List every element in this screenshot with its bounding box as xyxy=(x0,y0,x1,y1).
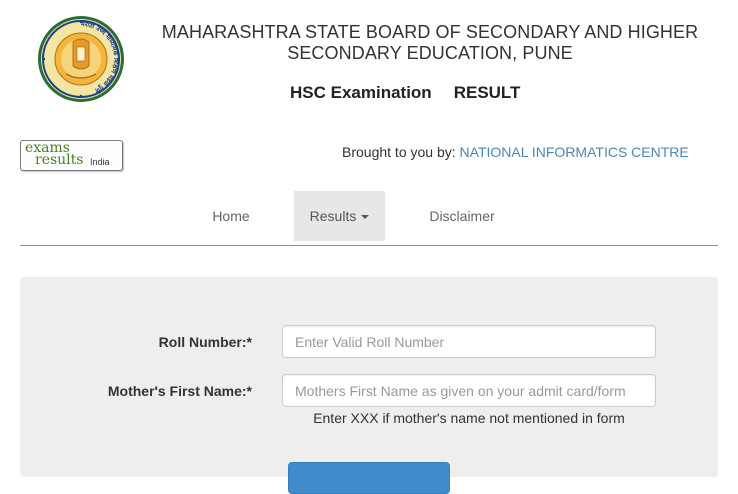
board-seal-icon: मराठी उच्च माध्यमिक शिक्षण मंडळ पुणे xyxy=(38,16,124,102)
board-seal-logo: मराठी उच्च माध्यमिक शिक्षण मंडळ पुणे xyxy=(36,14,126,104)
exams-results-logo[interactable]: exams results India xyxy=(20,140,123,171)
result-label: RESULT xyxy=(453,83,521,102)
logo-india-text: India xyxy=(90,157,110,167)
view-result-button[interactable] xyxy=(288,462,450,494)
caret-down-icon xyxy=(361,215,370,220)
board-title: MAHARASHTRA STATE BOARD OF SECONDARY AND… xyxy=(161,22,699,63)
roll-number-input[interactable] xyxy=(282,325,656,358)
exam-name: HSC Examination xyxy=(290,83,432,102)
nav-disclaimer[interactable]: Disclaimer xyxy=(420,191,504,241)
mother-name-hint: Enter XXX if mother's name not mentioned… xyxy=(313,410,625,426)
nav-divider xyxy=(20,245,718,246)
mother-name-input[interactable] xyxy=(282,374,656,407)
brought-to-you-by: Brought to you by: NATIONAL INFORMATICS … xyxy=(342,144,689,160)
brought-prefix: Brought to you by: xyxy=(342,144,460,160)
nav-home[interactable]: Home xyxy=(196,191,266,241)
logo-results-text: results xyxy=(35,152,84,168)
exam-heading: HSC Examination RESULT xyxy=(290,83,520,103)
nic-link[interactable]: NATIONAL INFORMATICS CENTRE xyxy=(460,144,689,160)
nav-results-dropdown[interactable]: Results xyxy=(294,191,385,241)
nav-results-label: Results xyxy=(309,208,357,224)
roll-number-label: Roll Number:* xyxy=(158,334,252,350)
mother-name-label: Mother's First Name:* xyxy=(107,383,252,399)
